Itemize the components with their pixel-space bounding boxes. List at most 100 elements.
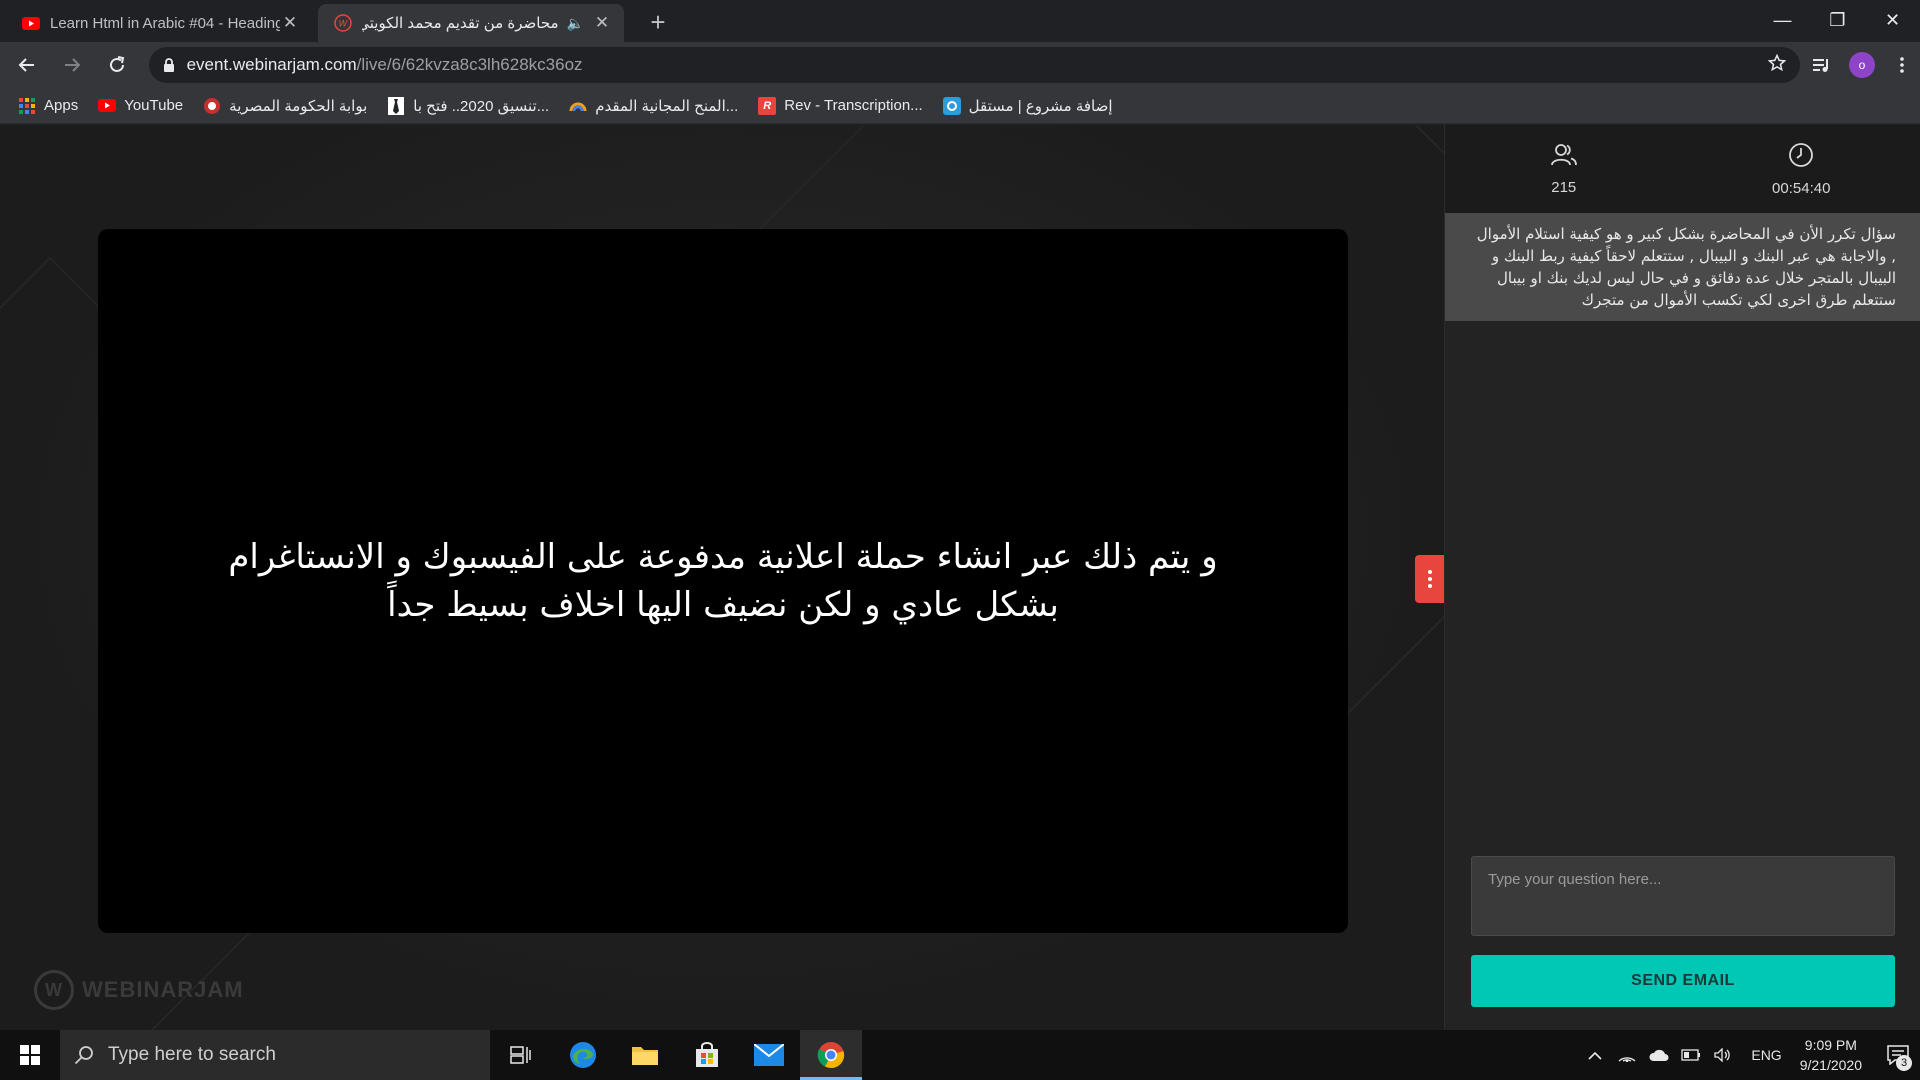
audio-playing-icon[interactable]: 🔈 — [567, 15, 584, 32]
clock-date: 9/21/2020 — [1799, 1057, 1862, 1073]
video-player[interactable]: و يتم ذلك عبر انشاء حملة اعلانية مدفوعة … — [98, 229, 1348, 933]
caption-line: بشكل عادي و لكن نضيف اليها اخلاف بسيط جد… — [387, 585, 1059, 625]
video-caption: و يتم ذلك عبر انشاء حملة اعلانية مدفوعة … — [223, 533, 1223, 629]
webinar-page: و يتم ذلك عبر انشاء حملة اعلانية مدفوعة … — [0, 125, 1920, 1030]
action-center-button[interactable]: 3 — [1876, 1030, 1920, 1080]
bookmarks-bar: Apps YouTube بوابة الحكومة المصرية تنسيق… — [0, 88, 1920, 124]
url-host: event.webinarjam.com — [186, 55, 357, 74]
battery-icon[interactable] — [1677, 1049, 1705, 1061]
avatar: o — [1849, 52, 1876, 78]
apps-grid-icon — [18, 97, 36, 115]
stats-bar: 215 00:54:40 — [1445, 125, 1920, 213]
wifi-icon[interactable] — [1613, 1048, 1641, 1062]
clock[interactable]: 9:09 PM 9/21/2020 — [1800, 1035, 1862, 1075]
webinarjam-logo: W WEBINARJAM — [34, 970, 244, 1010]
show-hidden-icons-icon[interactable] — [1581, 1051, 1609, 1060]
chrome-icon — [817, 1042, 845, 1069]
minimize-button[interactable]: — — [1755, 0, 1810, 40]
start-button[interactable] — [0, 1030, 60, 1080]
dot — [1428, 570, 1432, 574]
bookmark-egypt-gov[interactable]: بوابة الحكومة المصرية — [203, 97, 367, 115]
star-bookmark-icon[interactable] — [1767, 53, 1787, 77]
clock-icon — [1788, 142, 1814, 172]
notification-count-badge: 3 — [1896, 1055, 1912, 1071]
media-control-icon[interactable] — [1804, 47, 1840, 83]
close-tab-icon[interactable]: ✕ — [592, 13, 612, 33]
send-email-button[interactable]: SEND EMAIL — [1471, 955, 1895, 1007]
taskbar-search[interactable]: Type here to search — [60, 1030, 490, 1080]
bookmark-label: إضافة مشروع | مستقل — [968, 97, 1113, 115]
taskbar-file-explorer[interactable] — [614, 1030, 676, 1080]
tab-webinar[interactable]: W محاضرة من تقديم محمد الكويتي 🔈 ✕ — [318, 4, 624, 42]
mostaql-icon — [942, 96, 961, 115]
bookmark-label: تنسيق 2020.. فتح با... — [413, 97, 550, 115]
close-window-button[interactable]: ✕ — [1865, 0, 1920, 40]
mail-icon — [754, 1044, 784, 1066]
dot — [1428, 577, 1432, 581]
close-tab-icon[interactable]: ✕ — [280, 13, 300, 33]
onedrive-cloud-icon[interactable] — [1645, 1049, 1673, 1061]
side-panel: 215 00:54:40 سؤال تكرر الأن في المحاضرة … — [1444, 125, 1920, 1030]
windows-logo-icon — [20, 1045, 40, 1065]
announcement-message: سؤال تكرر الأن في المحاضرة بشكل كبير و ه… — [1445, 213, 1920, 321]
bookmark-label: بوابة الحكومة المصرية — [229, 97, 368, 115]
arrow-right-icon — [64, 58, 81, 72]
volume-icon[interactable] — [1709, 1048, 1737, 1062]
bookmark-youtube[interactable]: YouTube — [98, 97, 183, 115]
forward-button[interactable] — [54, 47, 90, 83]
tab-title: محاضرة من تقديم محمد الكويتي — [362, 15, 559, 32]
taskbar-store[interactable] — [676, 1030, 738, 1080]
system-tray: ENG 9:09 PM 9/21/2020 3 — [1579, 1030, 1920, 1080]
logo-text: WEBINARJAM — [82, 977, 244, 1002]
bookmark-label: Rev - Transcription... — [784, 97, 923, 114]
sidebar-toggle-button[interactable] — [1415, 555, 1444, 603]
bookmark-scholarships[interactable]: المنح المجانية المقدم... — [569, 97, 738, 115]
reload-button[interactable] — [99, 47, 135, 83]
taskbar-chrome[interactable] — [800, 1030, 862, 1080]
tab-youtube[interactable]: Learn Html in Arabic #04 - Headings ✕ — [6, 4, 312, 42]
scholarship-icon — [569, 97, 587, 115]
search-placeholder: Type here to search — [108, 1044, 276, 1065]
attendees-icon — [1550, 143, 1578, 171]
dot — [1428, 584, 1432, 588]
windows-taskbar: Type here to search ENG 9:09 PM 9/21/202… — [0, 1030, 1920, 1080]
elapsed-time-value: 00:54:40 — [1772, 179, 1831, 197]
rev-icon: R — [758, 96, 777, 115]
bookmark-mostaql[interactable]: إضافة مشروع | مستقل — [942, 96, 1113, 115]
restore-button[interactable]: ❐ — [1810, 0, 1865, 40]
bookmark-apps[interactable]: Apps — [18, 97, 78, 115]
youtube-icon — [22, 14, 40, 32]
folder-icon — [632, 1047, 658, 1065]
bookmark-label: المنح المجانية المقدم... — [595, 97, 739, 115]
store-bag-icon — [696, 1042, 718, 1067]
webinarjam-icon: W — [334, 14, 352, 32]
new-tab-button[interactable]: + — [640, 4, 676, 40]
tie-icon — [387, 96, 405, 115]
bookmark-rev[interactable]: R Rev - Transcription... — [758, 96, 923, 115]
elapsed-time: 00:54:40 — [1683, 125, 1920, 213]
back-button[interactable] — [9, 47, 45, 83]
svg-text:W: W — [339, 20, 349, 30]
question-input[interactable] — [1471, 856, 1895, 936]
bookmark-tansik[interactable]: تنسيق 2020.. فتح با... — [387, 96, 550, 115]
logo-mark-icon: W — [34, 970, 74, 1010]
edge-icon — [570, 1042, 596, 1068]
address-bar[interactable]: event.webinarjam.com /live/6/62kvza8c3lh… — [148, 47, 1801, 83]
attendee-count-value: 215 — [1551, 178, 1577, 196]
video-stage: و يتم ذلك عبر انشاء حملة اعلانية مدفوعة … — [0, 125, 1444, 1030]
window-controls: — ❐ ✕ — [1755, 0, 1920, 40]
youtube-icon — [98, 97, 117, 115]
url-path: /live/6/62kvza8c3lh628kc36oz — [356, 55, 583, 74]
bookmark-label: Apps — [44, 97, 79, 114]
language-indicator[interactable]: ENG — [1751, 1047, 1781, 1063]
task-view-button[interactable] — [490, 1030, 552, 1080]
browser-toolbar: event.webinarjam.com /live/6/62kvza8c3lh… — [0, 42, 1920, 88]
clock-time: 9:09 PM — [1804, 1037, 1857, 1053]
profile-button[interactable]: o — [1844, 47, 1880, 83]
lock-icon — [163, 58, 175, 72]
bookmark-label: YouTube — [124, 97, 184, 114]
gov-seal-icon — [203, 97, 221, 115]
taskbar-mail[interactable] — [738, 1030, 800, 1080]
taskbar-edge[interactable] — [552, 1030, 614, 1080]
browser-menu-icon[interactable] — [1884, 47, 1920, 83]
